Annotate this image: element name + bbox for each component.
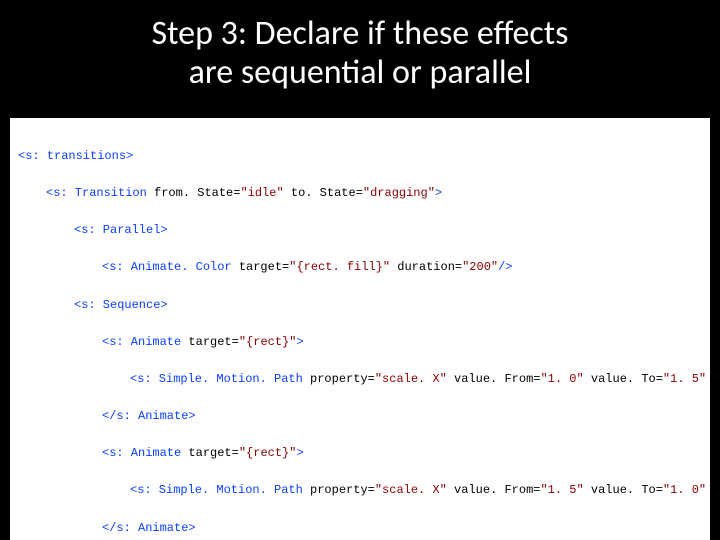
- code-token: <s: Sequence>: [74, 298, 168, 312]
- code-block: <s: transitions> <s: Transition from. St…: [10, 118, 710, 540]
- code-token: >: [435, 186, 442, 200]
- code-token: "1. 5": [540, 483, 583, 497]
- title-line-1: Step 3: Declare if these effects: [152, 13, 569, 54]
- code-token: <s: Animate: [102, 446, 188, 460]
- code-token: target=: [239, 260, 289, 274]
- title-line-2: are sequential or parallel: [189, 52, 532, 93]
- code-token: property=: [310, 372, 375, 386]
- code-token: <s: transitions>: [18, 149, 133, 163]
- code-token: "1. 5": [663, 372, 710, 386]
- code-token: "{rect}": [239, 335, 297, 349]
- code-token: "{rect. fill}": [289, 260, 390, 274]
- code-token: value. To=: [584, 483, 663, 497]
- code-token: >: [296, 335, 303, 349]
- code-token: />: [498, 260, 512, 274]
- code-token: </s: Animate>: [102, 409, 196, 423]
- code-token: <s: Simple. Motion. Path: [130, 372, 310, 386]
- code-token: "idle": [240, 186, 283, 200]
- code-token: value. To=: [584, 372, 663, 386]
- code-token: "{rect}": [239, 446, 297, 460]
- code-token: <s: Animate. Color: [102, 260, 239, 274]
- code-token: duration=: [390, 260, 462, 274]
- code-token: target=: [188, 446, 238, 460]
- code-token: "scale. X": [375, 372, 447, 386]
- slide: Step 3: Declare if these effects are seq…: [0, 0, 720, 540]
- code-token: from. State=: [154, 186, 240, 200]
- code-token: <s: Simple. Motion. Path: [130, 483, 310, 497]
- code-token: "1. 0": [663, 483, 710, 497]
- code-token: to. State=: [284, 186, 363, 200]
- code-token: property=: [310, 483, 375, 497]
- code-token: "dragging": [363, 186, 435, 200]
- code-token: "200": [462, 260, 498, 274]
- code-token: <s: Animate: [102, 335, 188, 349]
- slide-title: Step 3: Declare if these effects are seq…: [0, 0, 720, 100]
- code-token: value. From=: [447, 372, 541, 386]
- code-token: "scale. X": [375, 483, 447, 497]
- code-token: <s: Transition: [46, 186, 154, 200]
- code-token: <s: Parallel>: [74, 223, 168, 237]
- code-token: "1. 0": [540, 372, 583, 386]
- code-token: target=: [188, 335, 238, 349]
- code-token: value. From=: [447, 483, 541, 497]
- code-token: >: [296, 446, 303, 460]
- code-token: </s: Animate>: [102, 521, 196, 535]
